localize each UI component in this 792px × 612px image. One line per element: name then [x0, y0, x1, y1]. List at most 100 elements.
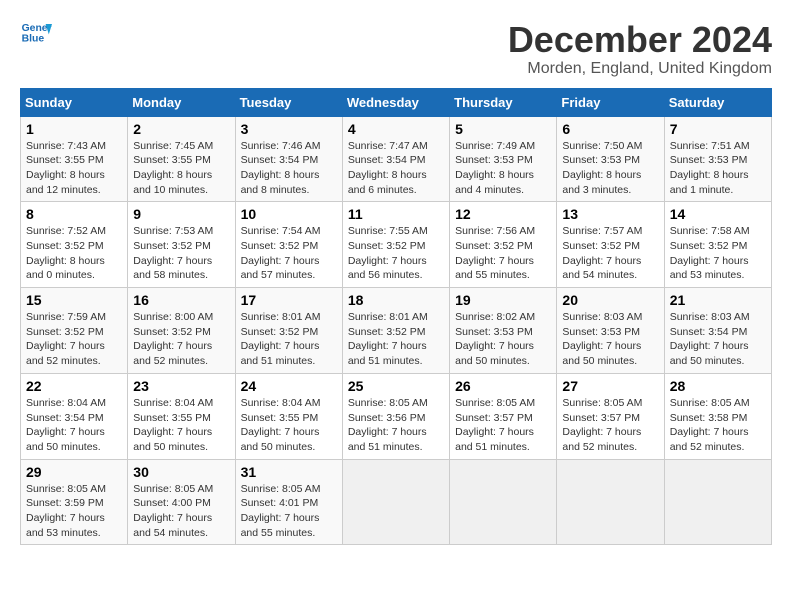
- logo-icon: General Blue: [20, 20, 52, 48]
- day-info: Sunrise: 8:05 AMSunset: 3:56 PMDaylight:…: [348, 396, 444, 455]
- day-number: 23: [133, 378, 229, 394]
- day-number: 12: [455, 206, 551, 222]
- day-info: Sunrise: 7:57 AMSunset: 3:52 PMDaylight:…: [562, 224, 658, 283]
- header-cell-wednesday: Wednesday: [342, 88, 449, 116]
- calendar-cell: 28 Sunrise: 8:05 AMSunset: 3:58 PMDayligh…: [664, 373, 771, 459]
- header-cell-sunday: Sunday: [21, 88, 128, 116]
- calendar-cell: 6 Sunrise: 7:50 AMSunset: 3:53 PMDaylight…: [557, 116, 664, 202]
- day-number: 28: [670, 378, 766, 394]
- day-info: Sunrise: 8:04 AMSunset: 3:55 PMDaylight:…: [241, 396, 337, 455]
- day-info: Sunrise: 8:03 AMSunset: 3:53 PMDaylight:…: [562, 310, 658, 369]
- day-info: Sunrise: 8:05 AMSunset: 3:59 PMDaylight:…: [26, 482, 122, 541]
- week-row-4: 22Sunrise: 8:04 AMSunset: 3:54 PMDayligh…: [21, 373, 772, 459]
- week-row-1: 1 Sunrise: 7:43 AMSunset: 3:55 PMDaylight…: [21, 116, 772, 202]
- calendar-header: SundayMondayTuesdayWednesdayThursdayFrid…: [21, 88, 772, 116]
- day-info: Sunrise: 8:00 AMSunset: 3:52 PMDaylight:…: [133, 310, 229, 369]
- day-number: 4: [348, 121, 444, 137]
- day-info: Sunrise: 7:50 AMSunset: 3:53 PMDaylight:…: [562, 139, 658, 198]
- day-info: Sunrise: 7:53 AMSunset: 3:52 PMDaylight:…: [133, 224, 229, 283]
- week-row-3: 15Sunrise: 7:59 AMSunset: 3:52 PMDayligh…: [21, 288, 772, 374]
- day-info: Sunrise: 8:03 AMSunset: 3:54 PMDaylight:…: [670, 310, 766, 369]
- calendar-table: SundayMondayTuesdayWednesdayThursdayFrid…: [20, 88, 772, 546]
- day-number: 15: [26, 292, 122, 308]
- day-info: Sunrise: 7:51 AMSunset: 3:53 PMDaylight:…: [670, 139, 766, 198]
- day-number: 26: [455, 378, 551, 394]
- header-cell-thursday: Thursday: [450, 88, 557, 116]
- day-number: 18: [348, 292, 444, 308]
- calendar-cell: 4Sunrise: 7:47 AMSunset: 3:54 PMDaylight…: [342, 116, 449, 202]
- day-info: Sunrise: 8:01 AMSunset: 3:52 PMDaylight:…: [348, 310, 444, 369]
- day-info: Sunrise: 7:43 AMSunset: 3:55 PMDaylight:…: [26, 139, 122, 198]
- calendar-cell: 29Sunrise: 8:05 AMSunset: 3:59 PMDayligh…: [21, 459, 128, 545]
- day-number: 2: [133, 121, 229, 137]
- calendar-cell: 24 Sunrise: 8:04 AMSunset: 3:55 PMDayligh…: [235, 373, 342, 459]
- calendar-cell: 31 Sunrise: 8:05 AMSunset: 4:01 PMDayligh…: [235, 459, 342, 545]
- calendar-cell: 12Sunrise: 7:56 AMSunset: 3:52 PMDayligh…: [450, 202, 557, 288]
- calendar-cell: [450, 459, 557, 545]
- header-cell-friday: Friday: [557, 88, 664, 116]
- day-info: Sunrise: 8:02 AMSunset: 3:53 PMDaylight:…: [455, 310, 551, 369]
- day-number: 17: [241, 292, 337, 308]
- day-info: Sunrise: 8:05 AMSunset: 3:57 PMDaylight:…: [562, 396, 658, 455]
- day-info: Sunrise: 8:05 AMSunset: 3:58 PMDaylight:…: [670, 396, 766, 455]
- calendar-cell: 1 Sunrise: 7:43 AMSunset: 3:55 PMDaylight…: [21, 116, 128, 202]
- calendar-cell: [557, 459, 664, 545]
- calendar-cell: 13 Sunrise: 7:57 AMSunset: 3:52 PMDayligh…: [557, 202, 664, 288]
- day-number: 13: [562, 206, 658, 222]
- calendar-cell: 8Sunrise: 7:52 AMSunset: 3:52 PMDaylight…: [21, 202, 128, 288]
- calendar-cell: 10 Sunrise: 7:54 AMSunset: 3:52 PMDayligh…: [235, 202, 342, 288]
- calendar-cell: 14 Sunrise: 7:58 AMSunset: 3:52 PMDayligh…: [664, 202, 771, 288]
- calendar-cell: 11Sunrise: 7:55 AMSunset: 3:52 PMDayligh…: [342, 202, 449, 288]
- week-row-5: 29Sunrise: 8:05 AMSunset: 3:59 PMDayligh…: [21, 459, 772, 545]
- day-number: 11: [348, 206, 444, 222]
- day-number: 31: [241, 464, 337, 480]
- week-row-2: 8Sunrise: 7:52 AMSunset: 3:52 PMDaylight…: [21, 202, 772, 288]
- day-number: 16: [133, 292, 229, 308]
- day-info: Sunrise: 8:05 AMSunset: 3:57 PMDaylight:…: [455, 396, 551, 455]
- calendar-cell: 25 Sunrise: 8:05 AMSunset: 3:56 PMDayligh…: [342, 373, 449, 459]
- calendar-cell: 19Sunrise: 8:02 AMSunset: 3:53 PMDayligh…: [450, 288, 557, 374]
- day-info: Sunrise: 7:45 AMSunset: 3:55 PMDaylight:…: [133, 139, 229, 198]
- day-number: 20: [562, 292, 658, 308]
- day-number: 14: [670, 206, 766, 222]
- day-info: Sunrise: 7:54 AMSunset: 3:52 PMDaylight:…: [241, 224, 337, 283]
- header: General Blue December 2024 Morden, Engla…: [20, 20, 772, 78]
- location-title: Morden, England, United Kingdom: [508, 60, 772, 78]
- svg-text:Blue: Blue: [22, 34, 45, 45]
- day-info: Sunrise: 7:46 AMSunset: 3:54 PMDaylight:…: [241, 139, 337, 198]
- day-number: 25: [348, 378, 444, 394]
- day-number: 6: [562, 121, 658, 137]
- day-number: 10: [241, 206, 337, 222]
- calendar-cell: 9 Sunrise: 7:53 AMSunset: 3:52 PMDaylight…: [128, 202, 235, 288]
- day-info: Sunrise: 8:05 AMSunset: 4:01 PMDaylight:…: [241, 482, 337, 541]
- day-number: 5: [455, 121, 551, 137]
- header-cell-tuesday: Tuesday: [235, 88, 342, 116]
- calendar-cell: 20 Sunrise: 8:03 AMSunset: 3:53 PMDayligh…: [557, 288, 664, 374]
- day-info: Sunrise: 7:52 AMSunset: 3:52 PMDaylight:…: [26, 224, 122, 283]
- day-number: 24: [241, 378, 337, 394]
- day-info: Sunrise: 8:04 AMSunset: 3:54 PMDaylight:…: [26, 396, 122, 455]
- calendar-cell: 16 Sunrise: 8:00 AMSunset: 3:52 PMDayligh…: [128, 288, 235, 374]
- day-number: 1: [26, 121, 122, 137]
- calendar-body: 1 Sunrise: 7:43 AMSunset: 3:55 PMDaylight…: [21, 116, 772, 545]
- calendar-cell: 26 Sunrise: 8:05 AMSunset: 3:57 PMDayligh…: [450, 373, 557, 459]
- calendar-cell: 21Sunrise: 8:03 AMSunset: 3:54 PMDayligh…: [664, 288, 771, 374]
- day-info: Sunrise: 8:05 AMSunset: 4:00 PMDaylight:…: [133, 482, 229, 541]
- day-number: 30: [133, 464, 229, 480]
- month-title: December 2024: [508, 20, 772, 60]
- day-number: 9: [133, 206, 229, 222]
- calendar-cell: 18 Sunrise: 8:01 AMSunset: 3:52 PMDayligh…: [342, 288, 449, 374]
- title-area: December 2024 Morden, England, United Ki…: [508, 20, 772, 78]
- day-info: Sunrise: 8:01 AMSunset: 3:52 PMDaylight:…: [241, 310, 337, 369]
- calendar-cell: 2 Sunrise: 7:45 AMSunset: 3:55 PMDaylight…: [128, 116, 235, 202]
- calendar-cell: [342, 459, 449, 545]
- day-info: Sunrise: 8:04 AMSunset: 3:55 PMDaylight:…: [133, 396, 229, 455]
- header-cell-saturday: Saturday: [664, 88, 771, 116]
- day-number: 27: [562, 378, 658, 394]
- day-info: Sunrise: 7:58 AMSunset: 3:52 PMDaylight:…: [670, 224, 766, 283]
- day-number: 7: [670, 121, 766, 137]
- calendar-cell: 15Sunrise: 7:59 AMSunset: 3:52 PMDayligh…: [21, 288, 128, 374]
- calendar-cell: 30 Sunrise: 8:05 AMSunset: 4:00 PMDayligh…: [128, 459, 235, 545]
- calendar-cell: 7 Sunrise: 7:51 AMSunset: 3:53 PMDaylight…: [664, 116, 771, 202]
- day-info: Sunrise: 7:49 AMSunset: 3:53 PMDaylight:…: [455, 139, 551, 198]
